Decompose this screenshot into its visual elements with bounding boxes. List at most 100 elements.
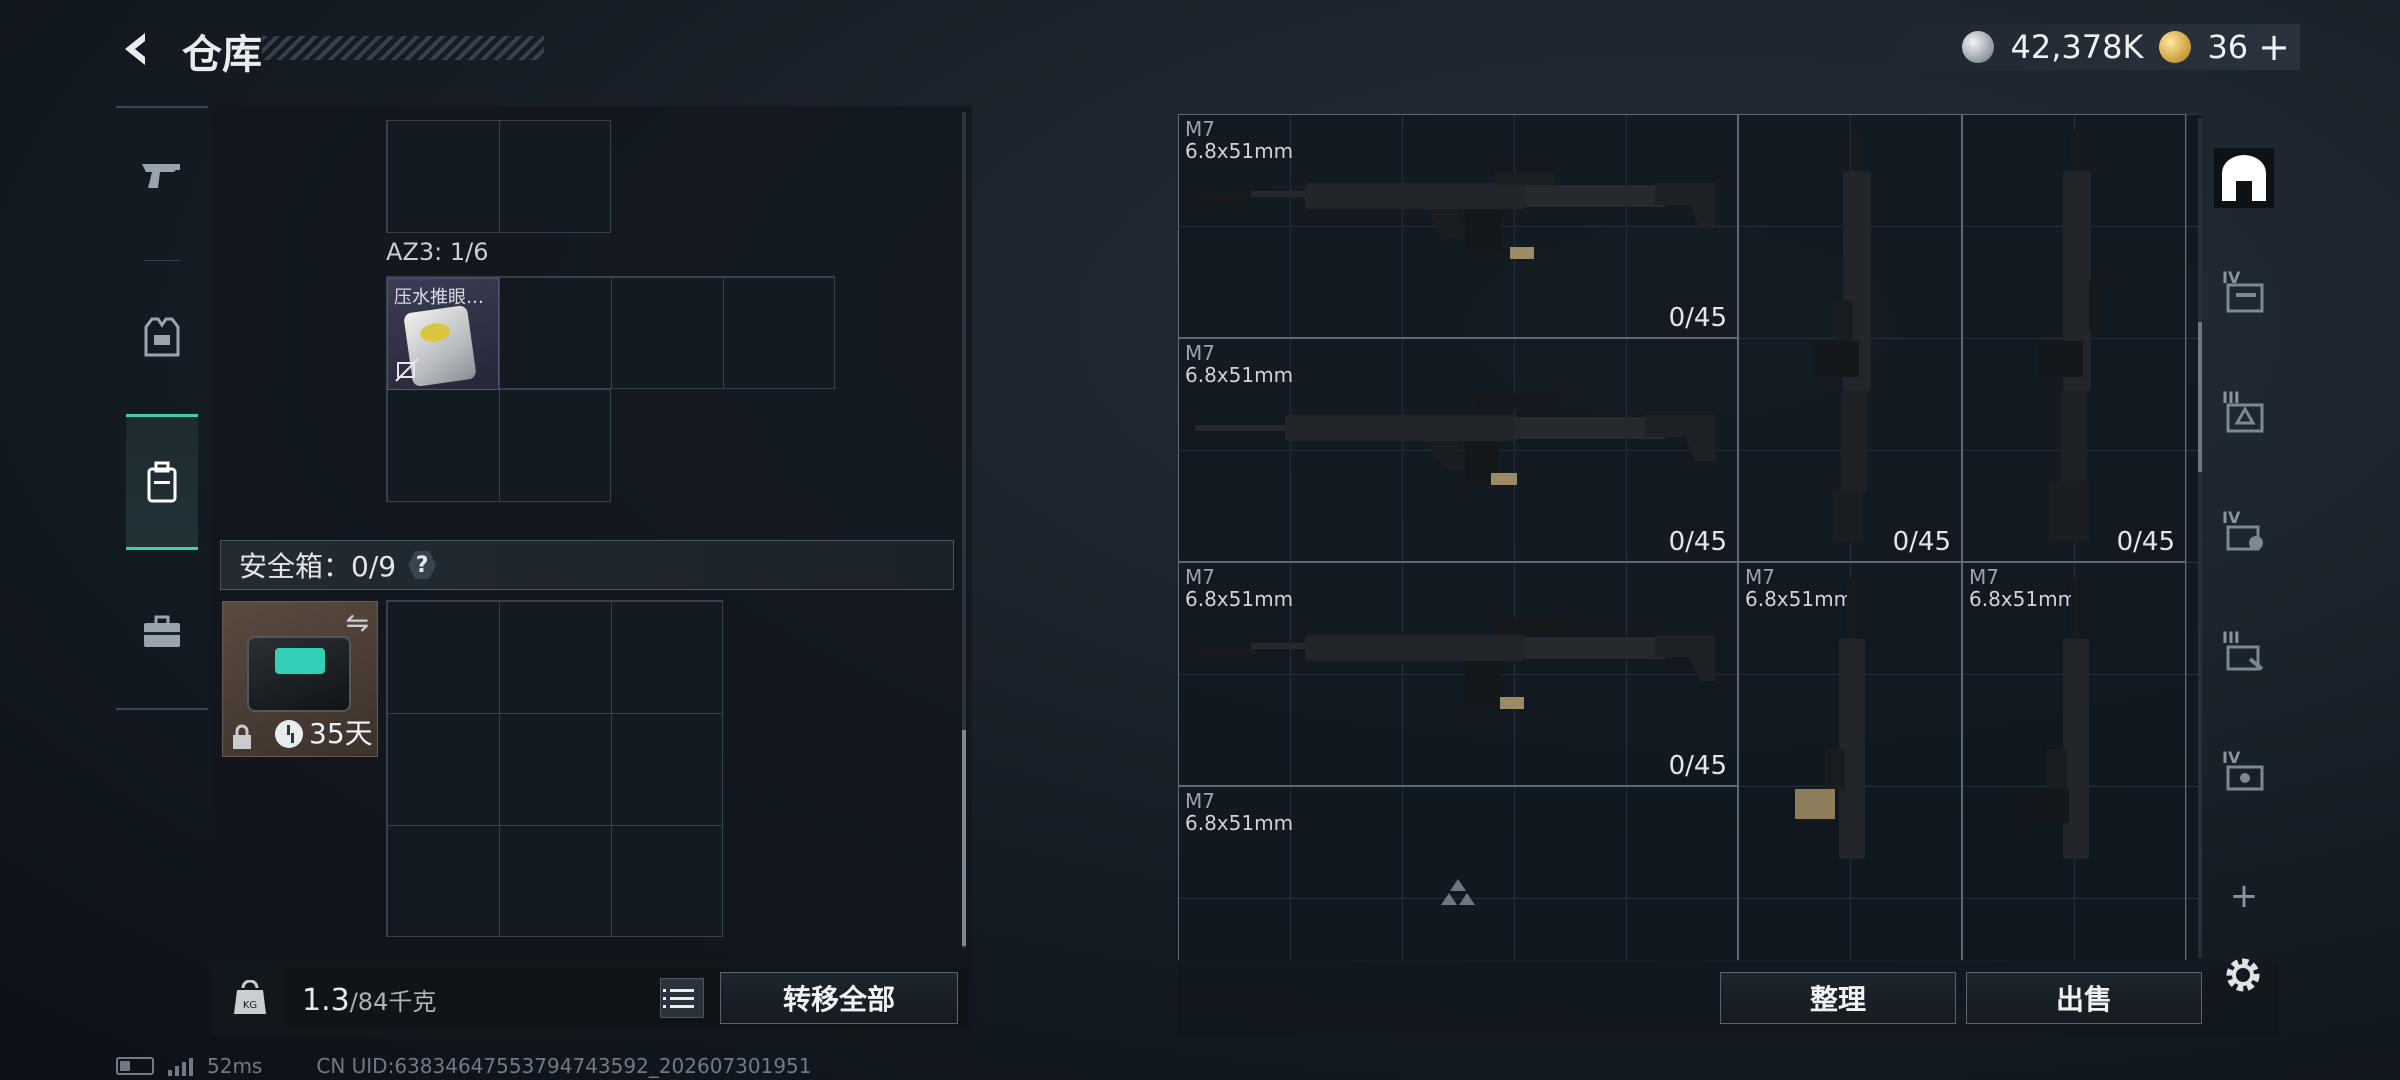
status-bar: 52ms CN UID:6383464755379474359​2_202607…	[116, 1054, 812, 1078]
az3-item[interactable]: 压水推眼…	[387, 278, 499, 390]
rifle-image	[2029, 579, 2089, 859]
weapon-name: M7	[1969, 565, 1999, 589]
weapon-name: M7	[1185, 789, 1215, 813]
rifle-image	[1195, 173, 1715, 259]
toolbox-icon	[144, 615, 180, 647]
armor-vest-icon	[144, 317, 180, 357]
add-currency-button[interactable]: +	[2258, 25, 2290, 69]
weapon-name: M7	[1185, 341, 1215, 365]
silver-coin-icon	[1962, 31, 1995, 63]
tab-backpack[interactable]	[126, 414, 198, 550]
safe-box-label: 安全箱：0/9	[239, 550, 397, 583]
settings-button[interactable]	[2218, 950, 2268, 1000]
weapon-name: M7	[1185, 565, 1215, 589]
weight-readout: 1.3/84千克	[302, 982, 436, 1018]
safe-box-days: 35天	[309, 717, 373, 750]
weapon-name: M7	[1745, 565, 1775, 589]
lock-icon	[233, 724, 251, 749]
list-icon-line	[663, 996, 694, 1000]
signal-icon	[168, 1056, 193, 1076]
weapon-slot[interactable]: M7 6.8x51mm 0/45	[1178, 338, 1738, 562]
add-case-button[interactable]: +	[2214, 866, 2274, 926]
container-grid[interactable]	[386, 120, 611, 233]
weapon-ammo: 0/45	[2116, 527, 2175, 557]
tier-label: III	[2222, 628, 2240, 647]
sell-button[interactable]: 出售	[1966, 972, 2202, 1024]
loading-icon	[1441, 879, 1475, 905]
safe-box-item[interactable]: ⇋ 35天	[222, 601, 378, 757]
rifle-image	[2039, 131, 2103, 541]
category-rail	[116, 106, 208, 710]
rifle-image	[1795, 579, 1865, 859]
weapon-stash-panel: M7 6.8x51mm 0/45 M7 6.8x51mm 0/45 0/45 0…	[1178, 114, 2202, 960]
rifle-image	[1195, 393, 1715, 485]
stash-filter-rail: IV III IV III IV +	[2206, 114, 2278, 916]
weapon-slot[interactable]: M7 6.8x51mm 0/45	[1178, 114, 1738, 338]
swap-icon[interactable]: ⇋	[346, 606, 369, 639]
tab-armor[interactable]	[126, 270, 198, 406]
help-icon[interactable]: ?	[408, 551, 437, 579]
gold-currency-value: 36	[2207, 28, 2249, 66]
list-icon-line	[663, 1004, 694, 1008]
weight-max: /84千克	[349, 988, 437, 1016]
rifle-image	[1195, 619, 1715, 709]
gear-icon	[2226, 958, 2260, 992]
tier-label: IV	[2222, 748, 2241, 767]
user-uid: CN UID:6383464755379474359​2_20260730195…	[316, 1054, 812, 1078]
transfer-all-button[interactable]: 转移全部	[720, 972, 958, 1024]
weapon-slot[interactable]: 0/45	[1738, 114, 1962, 562]
safe-box-image	[247, 636, 351, 712]
gold-coin-icon	[2159, 31, 2192, 63]
tab-weapons[interactable]	[126, 108, 198, 244]
back-arrow-icon	[125, 33, 145, 65]
weapon-ammo: 0/45	[1668, 527, 1727, 557]
rail-divider	[144, 260, 180, 261]
title-decoration	[262, 36, 544, 60]
list-icon	[663, 988, 694, 992]
weapon-slot[interactable]: 0/45	[1962, 114, 2186, 562]
weapon-ammo: 0/45	[1892, 527, 1951, 557]
ping-value: 52ms	[207, 1054, 263, 1078]
medical-case-icon[interactable]: IV	[2214, 504, 2274, 564]
safehouse-icon[interactable]	[2214, 148, 2274, 208]
item-name: 压水推眼…	[394, 287, 484, 308]
list-view-button[interactable]	[660, 978, 704, 1018]
svg-text:KG: KG	[243, 1000, 257, 1011]
backpack-icon	[147, 461, 177, 503]
weapon-slot[interactable]: M7 6.8x51mm	[1178, 786, 1738, 960]
weapon-ammo: 0/45	[1668, 751, 1727, 781]
weight-current: 1.3	[302, 983, 350, 1018]
tier-label: IV	[2222, 268, 2241, 287]
weapon-case-icon[interactable]: IV	[2214, 264, 2274, 324]
page-title: 仓库	[182, 32, 262, 78]
stash-scroll-thumb[interactable]	[2198, 322, 2202, 472]
pistol-icon	[142, 164, 180, 188]
rifle-image	[1815, 131, 1871, 541]
storage-scroll-thumb[interactable]	[962, 730, 966, 946]
weapon-slot[interactable]: M7 6.8x51mm	[1738, 562, 1962, 960]
clock-icon	[275, 720, 303, 748]
weapon-slot[interactable]: M7 6.8x51mm 0/45	[1178, 562, 1738, 786]
currency-bar: 42,378K 36 +	[1880, 24, 2300, 70]
sort-button[interactable]: 整理	[1720, 972, 1956, 1024]
az3-grid-lower[interactable]	[386, 389, 611, 502]
safe-box-grid[interactable]	[386, 600, 723, 937]
weapon-slot[interactable]: M7 6.8x51mm	[1962, 562, 2186, 960]
battery-icon	[116, 1057, 154, 1075]
silver-currency-value: 42,378K	[2010, 28, 2144, 66]
weapon-ammo: 0/45	[1668, 303, 1727, 333]
back-button[interactable]	[112, 24, 162, 74]
weapon-name: M7	[1185, 117, 1215, 141]
safe-box-bar: 安全箱：0/9 ?	[220, 540, 954, 590]
weapon-caliber: 6.8x51mm	[1185, 811, 1294, 835]
ammo-case-icon[interactable]: III	[2214, 384, 2274, 444]
storage-case-icon[interactable]: IV	[2214, 744, 2274, 804]
tier-label: III	[2222, 388, 2240, 407]
az3-container-label: AZ3: 1/6	[386, 238, 489, 266]
tool-case-icon[interactable]: III	[2214, 624, 2274, 684]
no-insure-icon	[395, 358, 419, 382]
stash-scrollbar[interactable]	[2198, 118, 2202, 958]
tab-supplies[interactable]	[126, 564, 198, 700]
weight-bag-icon: KG	[230, 978, 270, 1018]
tier-label: IV	[2222, 508, 2241, 527]
